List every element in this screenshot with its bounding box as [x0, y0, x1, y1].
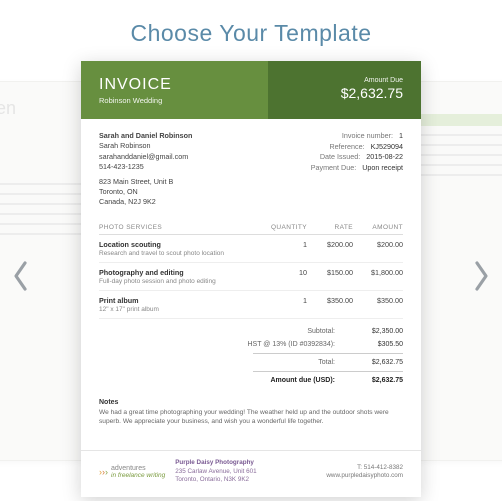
line-items-header: PHOTO SERVICES QUANTITY RATE AMOUNT — [99, 218, 403, 235]
totals-block: Subtotal:$2,350.00 HST @ 13% (ID #039283… — [99, 325, 403, 387]
page-title: Choose Your Template — [0, 0, 502, 61]
amount-due-value: $2,632.75 — [341, 85, 403, 101]
invoice-meta: Invoice number:1 Reference:KJ529094 Date… — [311, 131, 403, 208]
line-item: Location scoutingResearch and travel to … — [99, 235, 403, 263]
amount-due-label: Amount Due — [341, 77, 403, 84]
chevrons-icon: ››› — [99, 468, 108, 477]
template-carousel: adven INVOICE Robinson Wedding Amount Du… — [0, 61, 502, 491]
chevron-left-icon — [11, 260, 31, 292]
invoice-subtitle: Robinson Wedding — [99, 96, 172, 105]
prev-arrow[interactable] — [6, 254, 36, 298]
bill-to-block: Sarah and Daniel Robinson Sarah Robinson… — [99, 131, 192, 208]
line-item: Photography and editingFull-day photo se… — [99, 263, 403, 291]
invoice-header: INVOICE Robinson Wedding Amount Due $2,6… — [81, 61, 421, 119]
invoice-footer: ››› adventures in freelance writing Purp… — [81, 450, 421, 497]
invoice-template[interactable]: INVOICE Robinson Wedding Amount Due $2,6… — [81, 61, 421, 497]
brand-logo: ››› adventures in freelance writing — [99, 465, 165, 480]
chevron-right-icon — [471, 260, 491, 292]
invoice-title: INVOICE — [99, 77, 172, 94]
next-arrow[interactable] — [466, 254, 496, 298]
notes-block: Notes We had a great time photographing … — [99, 399, 403, 426]
line-item: Print album12" x 17" print album 1 $350.… — [99, 291, 403, 319]
